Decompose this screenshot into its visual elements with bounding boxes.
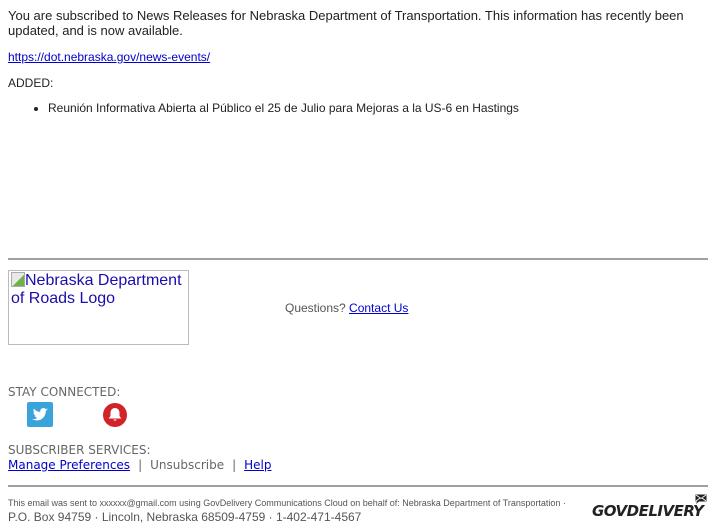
list-item: Reunión Informativa Abierta al Público e… xyxy=(48,101,519,115)
address-text: P.O. Box 94759 · Lincoln, Nebraska 68509… xyxy=(8,510,362,524)
logo-alt-text: Nebraska Department of Roads Logo xyxy=(11,272,182,307)
intro-text: You are subscribed to News Releases for … xyxy=(8,8,684,38)
unsubscribe-link[interactable]: Unsubscribe xyxy=(150,458,224,472)
subscriber-links: Manage Preferences | Unsubscribe | Help xyxy=(8,458,272,472)
added-items-list: Reunión Informativa Abierta al Público e… xyxy=(48,101,519,115)
subscriber-services-label: SUBSCRIBER SERVICES: xyxy=(8,443,151,457)
questions-line: Questions? Contact Us xyxy=(285,301,408,315)
agency-logo: Nebraska Department of Roads Logo xyxy=(8,270,189,345)
separator: | xyxy=(232,458,237,472)
help-link[interactable]: Help xyxy=(244,458,271,472)
news-events-link[interactable]: https://dot.nebraska.gov/news-events/ xyxy=(8,50,210,64)
stay-connected-label: STAY CONNECTED: xyxy=(8,385,121,399)
separator: | xyxy=(138,458,143,472)
sent-to-text: This email was sent to xxxxxx@gmail.com … xyxy=(8,498,566,508)
divider xyxy=(8,258,708,260)
added-label: ADDED: xyxy=(8,76,54,90)
divider xyxy=(8,485,708,487)
twitter-icon[interactable] xyxy=(27,402,53,427)
envelope-icon xyxy=(695,494,707,504)
alert-bell-icon[interactable] xyxy=(103,403,127,427)
broken-image-icon xyxy=(11,272,25,287)
news-events-link-wrap: https://dot.nebraska.gov/news-events/ xyxy=(8,50,210,64)
govdelivery-logo: GOVDELIVERY xyxy=(592,502,704,520)
questions-label: Questions? xyxy=(285,301,346,315)
legal-footer: This email was sent to xxxxxx@gmail.com … xyxy=(8,496,568,525)
contact-us-link[interactable]: Contact Us xyxy=(349,301,408,315)
manage-preferences-link[interactable]: Manage Preferences xyxy=(8,458,130,472)
